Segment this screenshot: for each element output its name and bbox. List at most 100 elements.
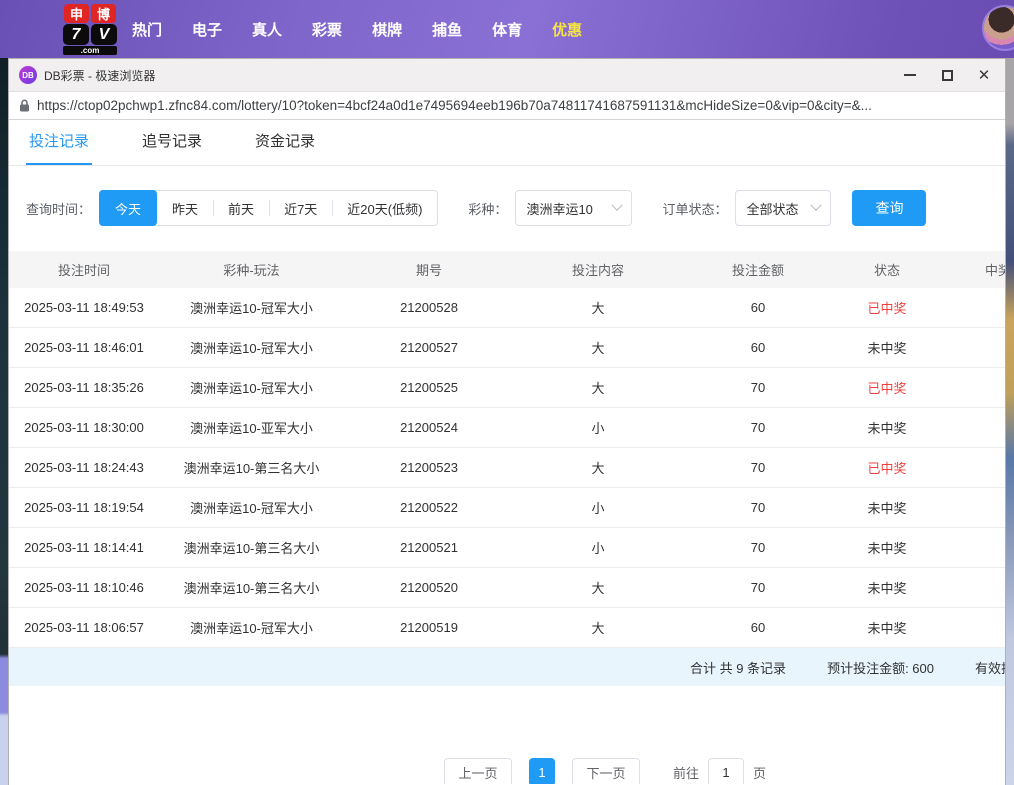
- search-button[interactable]: 查询: [852, 190, 926, 226]
- header-bet-time: 投注时间: [9, 260, 159, 279]
- lottery-type-select[interactable]: 澳洲幸运10: [515, 190, 632, 226]
- cell-game: 澳洲幸运10-冠军大小: [159, 338, 344, 357]
- table-body: 2025-03-11 18:49:53 澳洲幸运10-冠军大小 21200528…: [9, 288, 1005, 648]
- table-header-row: 投注时间 彩种-玩法 期号 投注内容 投注金额 状态 中奖金额: [9, 251, 1005, 288]
- time-range-option[interactable]: 昨天: [157, 191, 213, 225]
- table-row: 2025-03-11 18:46:01 澳洲幸运10-冠军大小 21200527…: [9, 328, 1005, 368]
- desktop-wallpaper-left: [0, 58, 8, 785]
- order-status-value: 全部状态: [746, 199, 798, 218]
- maximize-icon[interactable]: [940, 68, 954, 82]
- cell-status: 已中奖: [834, 378, 940, 397]
- cell-bet-time: 2025-03-11 18:24:43: [9, 460, 159, 475]
- site-logo[interactable]: 申 博 7 V .com: [63, 4, 117, 55]
- cell-game: 澳洲幸运10-第三名大小: [159, 538, 344, 557]
- user-avatar[interactable]: [982, 5, 1014, 51]
- cell-prize: 1: [940, 460, 1005, 475]
- summary-expected-amount: 预计投注金额: 600: [827, 658, 934, 677]
- cell-status: 未中奖: [834, 498, 940, 517]
- cell-game: 澳洲幸运10-第三名大小: [159, 458, 344, 477]
- time-range-option[interactable]: 前天: [213, 191, 269, 225]
- main-nav: 热门 电子 真人 彩票 棋牌 捕鱼 体育 优惠: [132, 0, 582, 58]
- cell-issue: 21200521: [344, 540, 514, 555]
- nav-item[interactable]: 体育: [492, 19, 522, 40]
- cell-content: 小: [514, 538, 682, 557]
- time-range-option[interactable]: 今天: [99, 190, 157, 226]
- lock-icon: [19, 99, 30, 112]
- table-row: 2025-03-11 18:06:57 澳洲幸运10-冠军大小 21200519…: [9, 608, 1005, 648]
- cell-amount: 70: [682, 580, 834, 595]
- header-status: 状态: [834, 260, 940, 279]
- cell-status: 未中奖: [834, 538, 940, 557]
- cell-bet-time: 2025-03-11 18:30:00: [9, 420, 159, 435]
- url-bar[interactable]: https://ctop02pchwp1.zfnc84.com/lottery/…: [9, 92, 1005, 120]
- nav-item[interactable]: 棋牌: [372, 19, 402, 40]
- header-issue: 期号: [344, 260, 514, 279]
- nav-item[interactable]: 捕鱼: [432, 19, 462, 40]
- cell-bet-time: 2025-03-11 18:06:57: [9, 620, 159, 635]
- current-page-button[interactable]: 1: [529, 758, 555, 784]
- cell-issue: 21200524: [344, 420, 514, 435]
- cell-status: 未中奖: [834, 618, 940, 637]
- table-row: 2025-03-11 18:35:26 澳洲幸运10-冠军大小 21200525…: [9, 368, 1005, 408]
- table-row: 2025-03-11 18:30:00 澳洲幸运10-亚军大小 21200524…: [9, 408, 1005, 448]
- cell-amount: 60: [682, 620, 834, 635]
- time-range-option[interactable]: 近20天(低频): [332, 191, 437, 225]
- window-titlebar[interactable]: DB DB彩票 - 极速浏览器 ✕: [9, 59, 1005, 92]
- tab-fund-records[interactable]: 资金记录: [252, 130, 318, 165]
- time-range-option[interactable]: 近7天: [269, 191, 332, 225]
- window-title: DB彩票 - 极速浏览器: [44, 67, 903, 84]
- cell-amount: 70: [682, 460, 834, 475]
- cell-game: 澳洲幸运10-冠军大小: [159, 618, 344, 637]
- order-status-label: 订单状态：: [662, 199, 727, 218]
- tab-chase-records[interactable]: 追号记录: [139, 130, 205, 165]
- nav-item[interactable]: 真人: [252, 19, 282, 40]
- cell-game: 澳洲幸运10-冠军大小: [159, 498, 344, 517]
- cell-amount: 60: [682, 340, 834, 355]
- site-top-nav: 申 博 7 V .com 热门 电子 真人 彩票 棋牌 捕鱼 体育 优惠: [0, 0, 1014, 58]
- table-row: 2025-03-11 18:19:54 澳洲幸运10-冠军大小 21200522…: [9, 488, 1005, 528]
- cell-amount: 70: [682, 380, 834, 395]
- goto-page-input[interactable]: 1: [708, 758, 744, 784]
- table-row: 2025-03-11 18:24:43 澳洲幸运10-第三名大小 2120052…: [9, 448, 1005, 488]
- lottery-records-page: 投注记录 追号记录 资金记录 查询时间： 今天昨天前天近7天近20天(低频) 彩…: [9, 120, 1005, 784]
- nav-item[interactable]: 彩票: [312, 19, 342, 40]
- query-time-label: 查询时间：: [26, 199, 91, 218]
- chevron-down-icon: [612, 200, 623, 211]
- cell-amount: 70: [682, 500, 834, 515]
- cell-bet-time: 2025-03-11 18:35:26: [9, 380, 159, 395]
- order-status-select[interactable]: 全部状态: [735, 190, 831, 226]
- nav-item[interactable]: 优惠: [552, 19, 582, 40]
- tab-bet-records[interactable]: 投注记录: [26, 130, 92, 165]
- close-icon[interactable]: ✕: [977, 68, 991, 82]
- header-prize: 中奖金额: [940, 260, 1005, 279]
- url-text[interactable]: https://ctop02pchwp1.zfnc84.com/lottery/…: [37, 98, 872, 113]
- minimize-icon[interactable]: [903, 68, 917, 82]
- goto-page-label: 前往: [673, 763, 699, 782]
- cell-issue: 21200528: [344, 300, 514, 315]
- header-content: 投注内容: [514, 260, 682, 279]
- next-page-button[interactable]: 下一页: [572, 758, 640, 784]
- cell-amount: 70: [682, 540, 834, 555]
- cell-content: 大: [514, 458, 682, 477]
- logo-com-label: .com: [63, 46, 117, 55]
- nav-item[interactable]: 电子: [192, 19, 222, 40]
- browser-window: DB DB彩票 - 极速浏览器 ✕ https://ctop02pchwp1.z…: [8, 58, 1006, 785]
- cell-status: 已中奖: [834, 298, 940, 317]
- nav-item[interactable]: 热门: [132, 19, 162, 40]
- cell-bet-time: 2025-03-11 18:19:54: [9, 500, 159, 515]
- chevron-down-icon: [811, 200, 822, 211]
- cell-content: 大: [514, 298, 682, 317]
- lottery-type-label: 彩种：: [468, 199, 507, 218]
- cell-prize: 1: [940, 380, 1005, 395]
- cell-issue: 21200523: [344, 460, 514, 475]
- db-lottery-app-icon: DB: [19, 66, 37, 84]
- cell-issue: 21200520: [344, 580, 514, 595]
- record-tabs: 投注记录 追号记录 资金记录: [9, 120, 1005, 166]
- cell-status: 未中奖: [834, 578, 940, 597]
- bet-records-table: 投注时间 彩种-玩法 期号 投注内容 投注金额 状态 中奖金额 2025-03-…: [9, 251, 1005, 686]
- cell-game: 澳洲幸运10-冠军大小: [159, 298, 344, 317]
- cell-content: 小: [514, 418, 682, 437]
- prev-page-button[interactable]: 上一页: [444, 758, 512, 784]
- cell-bet-time: 2025-03-11 18:14:41: [9, 540, 159, 555]
- logo-char-shen: 申: [64, 4, 89, 23]
